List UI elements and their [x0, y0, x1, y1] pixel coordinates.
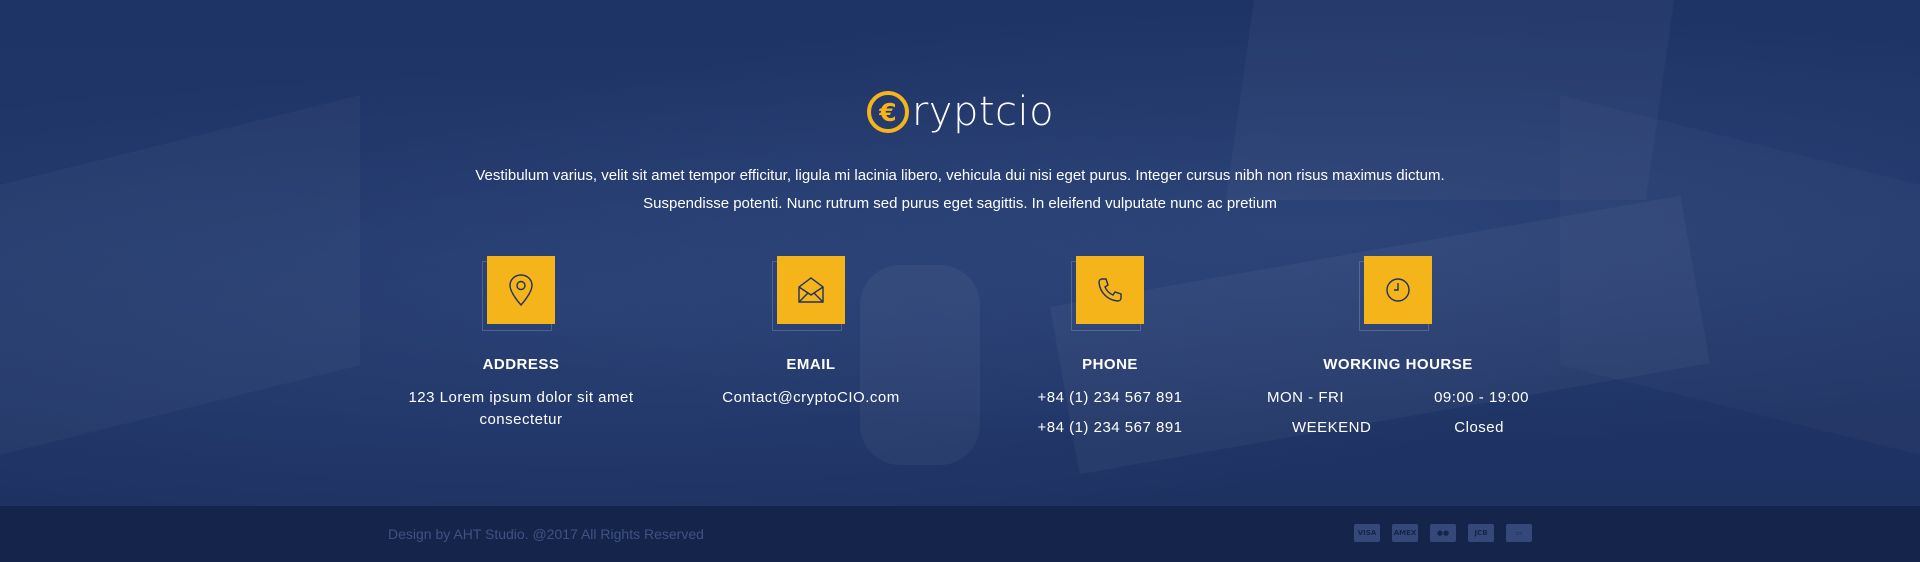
address-text: 123 Lorem ipsum dolor sit amet consectet… — [380, 387, 662, 431]
hours-day: WEEKEND — [1292, 419, 1372, 436]
email-column: EMAIL Contact@cryptoCIO.com — [680, 256, 942, 409]
email-title: EMAIL — [786, 356, 836, 373]
phone-column: PHONE +84 (1) 234 567 891 +84 (1) 234 56… — [990, 256, 1230, 447]
card-icon: ▭ — [1506, 524, 1532, 542]
bottom-footer: Design by AHT Studio. @2017 All Rights R… — [0, 506, 1920, 562]
payment-methods: VISA AMEX ●● JCB ▭ — [1354, 524, 1532, 542]
coin-symbol: € — [878, 98, 896, 127]
phone-number[interactable]: +84 (1) 234 567 891 — [990, 417, 1230, 439]
hours-table: MON - FRI 09:00 - 19:00 WEEKEND Closed — [1250, 387, 1546, 439]
address-icon-box — [482, 256, 555, 331]
phone-number[interactable]: +84 (1) 234 567 891 — [990, 387, 1230, 409]
address-line: consectetur — [479, 411, 563, 428]
address-title: ADDRESS — [482, 356, 560, 373]
mastercard-icon: ●● — [1430, 524, 1456, 542]
brand-wordmark: ryptcio — [911, 89, 1055, 135]
hours-time: Closed — [1454, 419, 1504, 436]
phone-icon — [1098, 278, 1122, 302]
brand-logo[interactable]: € ryptcio — [0, 90, 1920, 134]
envelope-icon — [798, 277, 824, 303]
clock-icon — [1386, 278, 1410, 302]
hours-title: WORKING HOURSE — [1323, 356, 1473, 373]
hours-icon-box — [1359, 256, 1432, 331]
hours-time: 09:00 - 19:00 — [1434, 389, 1529, 406]
contact-info: ADDRESS 123 Lorem ipsum dolor sit amet c… — [0, 256, 1920, 456]
address-column: ADDRESS 123 Lorem ipsum dolor sit amet c… — [380, 256, 662, 431]
phone-icon-box — [1071, 256, 1144, 331]
amex-icon: AMEX — [1392, 524, 1418, 542]
hours-column: WORKING HOURSE MON - FRI 09:00 - 19:00 W… — [1250, 256, 1546, 447]
jcb-icon: JCB — [1468, 524, 1494, 542]
phone-title: PHONE — [1082, 356, 1138, 373]
footer-hero-section: € ryptcio Vestibulum varius, velit sit a… — [0, 0, 1920, 506]
tagline-text: Vestibulum varius, velit sit amet tempor… — [475, 167, 1445, 212]
email-icon-box — [772, 256, 845, 331]
address-line: 123 Lorem ipsum dolor sit amet — [408, 389, 634, 406]
hours-row: WEEKEND Closed — [1292, 417, 1504, 439]
copyright-text: Design by AHT Studio. @2017 All Rights R… — [388, 526, 704, 542]
map-pin-icon — [509, 274, 533, 307]
email-link[interactable]: Contact@cryptoCIO.com — [680, 387, 942, 409]
euro-coin-icon: € — [866, 91, 909, 133]
hours-day: MON - FRI — [1267, 389, 1344, 406]
visa-icon: VISA — [1354, 524, 1380, 542]
hours-row: MON - FRI 09:00 - 19:00 — [1267, 387, 1529, 409]
